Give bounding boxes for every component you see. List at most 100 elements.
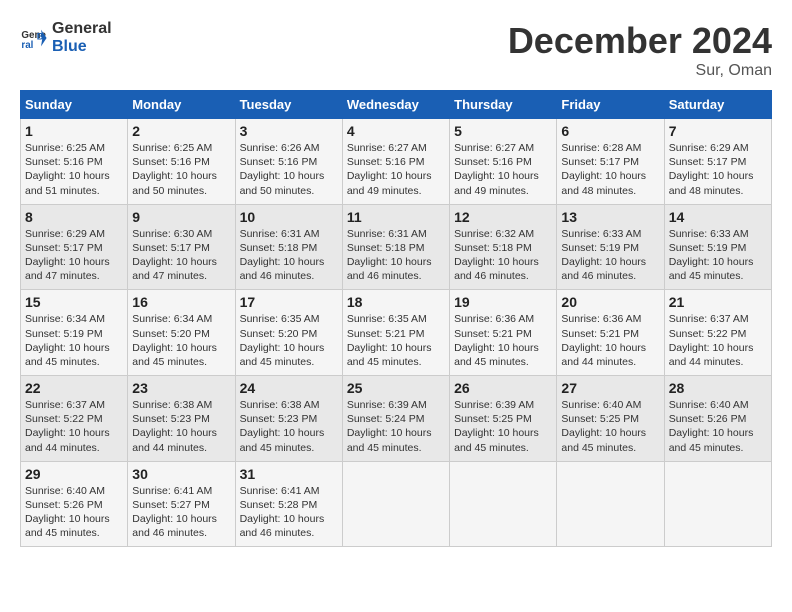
logo-general: General xyxy=(52,20,112,38)
day-number: 5 xyxy=(454,123,552,139)
calendar-cell: 18 Sunrise: 6:35 AMSunset: 5:21 PMDayligh… xyxy=(342,290,449,376)
day-info: Sunrise: 6:38 AMSunset: 5:23 PMDaylight:… xyxy=(240,398,338,455)
page-header: Gene ral B General Blue December 2024 Su… xyxy=(20,20,772,80)
day-number: 14 xyxy=(669,209,767,225)
calendar-cell: 5Sunrise: 6:27 AMSunset: 5:16 PMDaylight… xyxy=(450,119,557,205)
calendar-week-3: 15Sunrise: 6:34 AMSunset: 5:19 PMDayligh… xyxy=(21,290,772,376)
day-info: Sunrise: 6:40 AMSunset: 5:26 PMDaylight:… xyxy=(669,398,767,455)
logo: Gene ral B General Blue xyxy=(20,20,112,55)
calendar-cell: 31 Sunrise: 6:41 AMSunset: 5:28 PMDayligh… xyxy=(235,461,342,547)
calendar-cell: 11 Sunrise: 6:31 AMSunset: 5:18 PMDayligh… xyxy=(342,204,449,290)
header-monday: Monday xyxy=(128,91,235,119)
calendar-cell: 23 Sunrise: 6:38 AMSunset: 5:23 PMDayligh… xyxy=(128,376,235,462)
day-info: Sunrise: 6:32 AMSunset: 5:18 PMDaylight:… xyxy=(454,227,552,284)
calendar-cell xyxy=(342,461,449,547)
day-info: Sunrise: 6:28 AMSunset: 5:17 PMDaylight:… xyxy=(561,141,659,198)
day-number: 22 xyxy=(25,380,123,396)
day-number: 20 xyxy=(561,294,659,310)
header-wednesday: Wednesday xyxy=(342,91,449,119)
header-friday: Friday xyxy=(557,91,664,119)
day-info: Sunrise: 6:30 AMSunset: 5:17 PMDaylight:… xyxy=(132,227,230,284)
logo-blue: Blue xyxy=(52,38,112,56)
logo-icon: Gene ral B xyxy=(20,24,48,52)
day-number: 11 xyxy=(347,209,445,225)
day-info: Sunrise: 6:40 AMSunset: 5:25 PMDaylight:… xyxy=(561,398,659,455)
day-number: 23 xyxy=(132,380,230,396)
day-info: Sunrise: 6:41 AMSunset: 5:27 PMDaylight:… xyxy=(132,484,230,541)
calendar-cell: 9 Sunrise: 6:30 AMSunset: 5:17 PMDaylight… xyxy=(128,204,235,290)
calendar-cell xyxy=(450,461,557,547)
day-info: Sunrise: 6:34 AMSunset: 5:20 PMDaylight:… xyxy=(132,312,230,369)
calendar-table: Sunday Monday Tuesday Wednesday Thursday… xyxy=(20,90,772,547)
day-number: 16 xyxy=(132,294,230,310)
calendar-cell: 26Sunrise: 6:39 AMSunset: 5:25 PMDayligh… xyxy=(450,376,557,462)
day-number: 18 xyxy=(347,294,445,310)
day-info: Sunrise: 6:34 AMSunset: 5:19 PMDaylight:… xyxy=(25,312,123,369)
calendar-cell: 24 Sunrise: 6:38 AMSunset: 5:23 PMDayligh… xyxy=(235,376,342,462)
calendar-week-2: 8 Sunrise: 6:29 AMSunset: 5:17 PMDaylight… xyxy=(21,204,772,290)
svg-text:B: B xyxy=(37,31,44,41)
calendar-cell: 28 Sunrise: 6:40 AMSunset: 5:26 PMDayligh… xyxy=(664,376,771,462)
calendar-cell: 30 Sunrise: 6:41 AMSunset: 5:27 PMDayligh… xyxy=(128,461,235,547)
day-number: 3 xyxy=(240,123,338,139)
day-info: Sunrise: 6:31 AMSunset: 5:18 PMDaylight:… xyxy=(240,227,338,284)
day-number: 30 xyxy=(132,466,230,482)
calendar-cell: 7Sunrise: 6:29 AMSunset: 5:17 PMDaylight… xyxy=(664,119,771,205)
day-number: 1 xyxy=(25,123,123,139)
calendar-cell: 20Sunrise: 6:36 AMSunset: 5:21 PMDayligh… xyxy=(557,290,664,376)
calendar-cell: 1 Sunrise: 6:25 AMSunset: 5:16 PMDaylight… xyxy=(21,119,128,205)
calendar-week-4: 22 Sunrise: 6:37 AMSunset: 5:22 PMDayligh… xyxy=(21,376,772,462)
day-number: 9 xyxy=(132,209,230,225)
day-number: 31 xyxy=(240,466,338,482)
day-info: Sunrise: 6:33 AMSunset: 5:19 PMDaylight:… xyxy=(561,227,659,284)
day-number: 7 xyxy=(669,123,767,139)
calendar-cell: 21Sunrise: 6:37 AMSunset: 5:22 PMDayligh… xyxy=(664,290,771,376)
month-title: December 2024 xyxy=(508,20,772,62)
calendar-cell: 2 Sunrise: 6:25 AMSunset: 5:16 PMDaylight… xyxy=(128,119,235,205)
day-info: Sunrise: 6:38 AMSunset: 5:23 PMDaylight:… xyxy=(132,398,230,455)
day-info: Sunrise: 6:35 AMSunset: 5:21 PMDaylight:… xyxy=(347,312,445,369)
calendar-cell: 25 Sunrise: 6:39 AMSunset: 5:24 PMDayligh… xyxy=(342,376,449,462)
location: Sur, Oman xyxy=(508,62,772,80)
day-info: Sunrise: 6:36 AMSunset: 5:21 PMDaylight:… xyxy=(454,312,552,369)
day-number: 28 xyxy=(669,380,767,396)
day-number: 25 xyxy=(347,380,445,396)
day-info: Sunrise: 6:35 AMSunset: 5:20 PMDaylight:… xyxy=(240,312,338,369)
day-number: 29 xyxy=(25,466,123,482)
day-number: 24 xyxy=(240,380,338,396)
calendar-cell: 17 Sunrise: 6:35 AMSunset: 5:20 PMDayligh… xyxy=(235,290,342,376)
header-sunday: Sunday xyxy=(21,91,128,119)
day-info: Sunrise: 6:26 AMSunset: 5:16 PMDaylight:… xyxy=(240,141,338,198)
day-info: Sunrise: 6:31 AMSunset: 5:18 PMDaylight:… xyxy=(347,227,445,284)
day-info: Sunrise: 6:39 AMSunset: 5:24 PMDaylight:… xyxy=(347,398,445,455)
calendar-header-row: Sunday Monday Tuesday Wednesday Thursday… xyxy=(21,91,772,119)
calendar-cell: 8 Sunrise: 6:29 AMSunset: 5:17 PMDaylight… xyxy=(21,204,128,290)
calendar-week-1: 1 Sunrise: 6:25 AMSunset: 5:16 PMDaylight… xyxy=(21,119,772,205)
day-info: Sunrise: 6:25 AMSunset: 5:16 PMDaylight:… xyxy=(25,141,123,198)
day-number: 19 xyxy=(454,294,552,310)
day-number: 8 xyxy=(25,209,123,225)
calendar-week-5: 29Sunrise: 6:40 AMSunset: 5:26 PMDayligh… xyxy=(21,461,772,547)
day-info: Sunrise: 6:37 AMSunset: 5:22 PMDaylight:… xyxy=(669,312,767,369)
day-info: Sunrise: 6:41 AMSunset: 5:28 PMDaylight:… xyxy=(240,484,338,541)
day-info: Sunrise: 6:33 AMSunset: 5:19 PMDaylight:… xyxy=(669,227,767,284)
day-info: Sunrise: 6:25 AMSunset: 5:16 PMDaylight:… xyxy=(132,141,230,198)
calendar-cell: 22 Sunrise: 6:37 AMSunset: 5:22 PMDayligh… xyxy=(21,376,128,462)
calendar-cell: 14 Sunrise: 6:33 AMSunset: 5:19 PMDayligh… xyxy=(664,204,771,290)
day-info: Sunrise: 6:29 AMSunset: 5:17 PMDaylight:… xyxy=(25,227,123,284)
day-number: 4 xyxy=(347,123,445,139)
title-block: December 2024 Sur, Oman xyxy=(508,20,772,80)
calendar-cell: 3 Sunrise: 6:26 AMSunset: 5:16 PMDaylight… xyxy=(235,119,342,205)
day-number: 2 xyxy=(132,123,230,139)
header-thursday: Thursday xyxy=(450,91,557,119)
calendar-cell: 15Sunrise: 6:34 AMSunset: 5:19 PMDayligh… xyxy=(21,290,128,376)
calendar-cell xyxy=(557,461,664,547)
header-tuesday: Tuesday xyxy=(235,91,342,119)
day-info: Sunrise: 6:39 AMSunset: 5:25 PMDaylight:… xyxy=(454,398,552,455)
day-info: Sunrise: 6:37 AMSunset: 5:22 PMDaylight:… xyxy=(25,398,123,455)
calendar-cell: 19 Sunrise: 6:36 AMSunset: 5:21 PMDayligh… xyxy=(450,290,557,376)
day-number: 17 xyxy=(240,294,338,310)
calendar-cell: 4Sunrise: 6:27 AMSunset: 5:16 PMDaylight… xyxy=(342,119,449,205)
header-saturday: Saturday xyxy=(664,91,771,119)
calendar-cell: 13Sunrise: 6:33 AMSunset: 5:19 PMDayligh… xyxy=(557,204,664,290)
